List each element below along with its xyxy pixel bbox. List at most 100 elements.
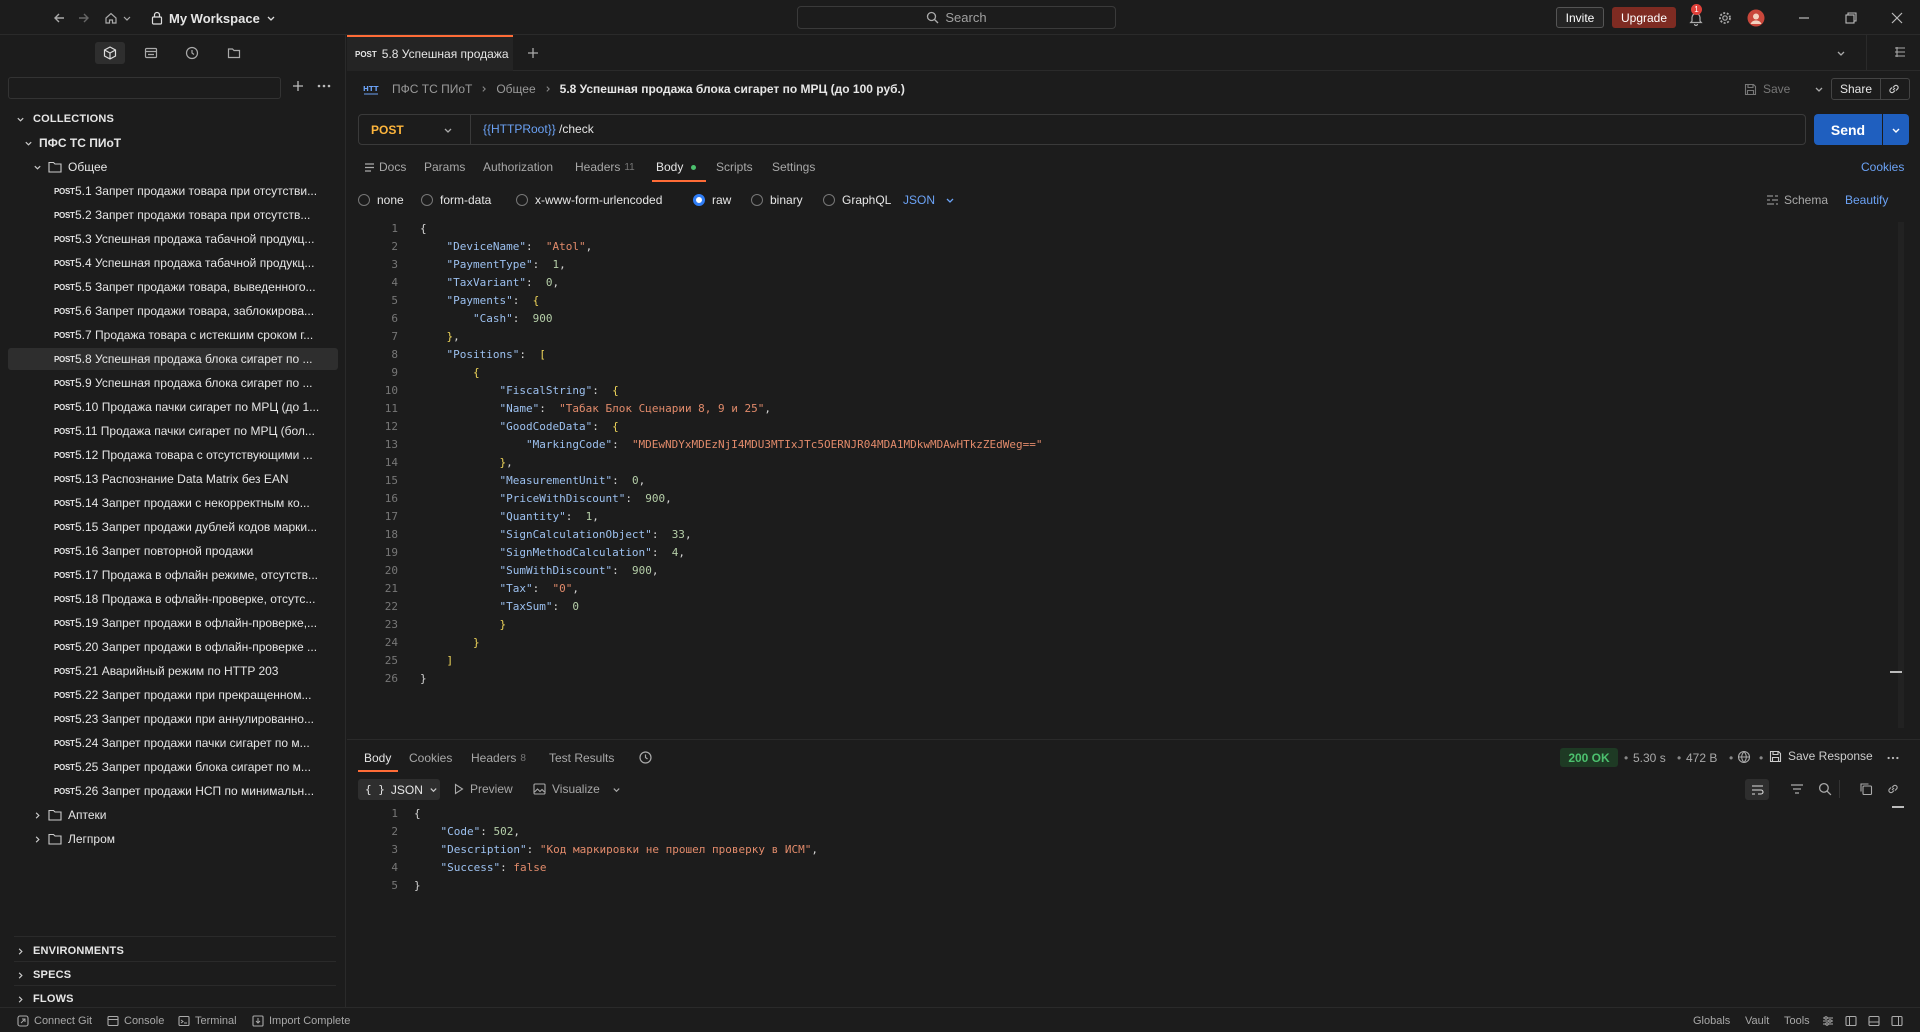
import-complete-button[interactable]: Import Complete	[252, 1014, 350, 1028]
request-item[interactable]: POST 5.13 Распознание Data Matrix без EAN	[8, 468, 338, 490]
response-size[interactable]: 472 B	[1686, 751, 1717, 765]
breadcrumb-collection[interactable]: ПФС ТС ПИоТ	[392, 82, 472, 96]
request-item[interactable]: POST 5.23 Запрет продажи при аннулированн…	[8, 708, 338, 730]
more-options-icon[interactable]	[316, 78, 332, 94]
history-icon[interactable]	[177, 42, 207, 64]
request-item[interactable]: POST 5.8 Успешная продажа блока сигарет п…	[8, 348, 338, 370]
response-tab-cookies[interactable]: Cookies	[409, 751, 452, 765]
tab-docs[interactable]: Docs	[364, 158, 406, 176]
tab-active-request[interactable]: POST 5.8 Успешная продажа	[347, 35, 513, 71]
connect-git-button[interactable]: Connect Git	[17, 1014, 92, 1028]
request-item[interactable]: POST 5.26 Запрет продажи НСП по минимальн…	[8, 780, 338, 802]
request-item[interactable]: POST 5.16 Запрет повторной продажи	[8, 540, 338, 562]
request-item[interactable]: POST 5.6 Запрет продажи товара, заблокиро…	[8, 300, 338, 322]
search-icon[interactable]	[1818, 782, 1832, 796]
response-tab-test-results[interactable]: Test Results	[549, 751, 614, 765]
folder-row-legprom[interactable]: Легпром	[33, 828, 115, 850]
response-tab-headers[interactable]: Headers 8	[471, 751, 526, 765]
layout-toggle-icon[interactable]	[1894, 46, 1906, 58]
terminal-button[interactable]: Terminal	[178, 1014, 237, 1028]
request-item[interactable]: POST 5.12 Продажа товара с отсутствующими…	[8, 444, 338, 466]
link-icon[interactable]	[1887, 82, 1901, 96]
add-icon[interactable]	[290, 78, 306, 94]
globe-icon[interactable]	[1737, 750, 1751, 764]
console-button[interactable]: Console	[107, 1014, 164, 1028]
close-window-icon[interactable]	[1888, 9, 1906, 27]
body-format-select[interactable]: JSON	[903, 192, 955, 208]
radio-raw[interactable]: raw	[693, 192, 731, 208]
request-item[interactable]: POST 5.4 Успешная продажа табачной продук…	[8, 252, 338, 274]
back-arrow-icon[interactable]	[50, 9, 68, 27]
tab-params[interactable]: Params	[424, 158, 465, 176]
preview-button[interactable]: Preview	[454, 782, 513, 796]
save-button[interactable]: Save	[1744, 79, 1824, 99]
radio-urlencoded[interactable]: x-www-form-urlencoded	[516, 192, 662, 208]
copy-icon[interactable]	[1859, 782, 1873, 796]
more-options-icon[interactable]	[1886, 751, 1900, 765]
new-tab-icon[interactable]	[525, 45, 541, 61]
wrap-lines-icon[interactable]	[1745, 779, 1769, 800]
request-item[interactable]: POST 5.21 Аварийный режим по HTTP 203	[8, 660, 338, 682]
upgrade-button[interactable]: Upgrade	[1612, 7, 1676, 28]
vault-button[interactable]: Vault	[1745, 1014, 1769, 1028]
request-item[interactable]: POST 5.25 Запрет продажи блока сигарет по…	[8, 756, 338, 778]
request-item[interactable]: POST 5.22 Запрет продажи при прекращенном…	[8, 684, 338, 706]
send-options-chevron-icon[interactable]	[1883, 114, 1909, 145]
two-pane-layout-icon[interactable]	[1845, 1014, 1857, 1028]
schema-button[interactable]: Schema	[1766, 192, 1828, 208]
request-item[interactable]: POST 5.11 Продажа пачки сигарет по МРЦ (б…	[8, 420, 338, 442]
visualize-button[interactable]: Visualize	[533, 782, 621, 796]
minimize-window-icon[interactable]	[1795, 9, 1813, 27]
radio-form-data[interactable]: form-data	[421, 192, 491, 208]
tools-button[interactable]: Tools	[1784, 1014, 1810, 1028]
flows-section-header[interactable]: FLOWS	[16, 991, 74, 1007]
tab-headers[interactable]: Headers 11	[575, 158, 635, 176]
home-chevron-down-icon[interactable]	[121, 9, 133, 27]
invite-button[interactable]: Invite	[1556, 7, 1604, 28]
home-icon[interactable]	[102, 9, 120, 27]
request-body-editor[interactable]: 1 {2 "DeviceName": "Atol", 3 "PaymentType"…	[358, 222, 1898, 728]
request-item[interactable]: POST 5.3 Успешная продажа табачной продук…	[8, 228, 338, 250]
radio-none[interactable]: none	[358, 192, 404, 208]
request-item[interactable]: POST 5.1 Запрет продажи товара при отсутс…	[8, 180, 338, 202]
request-item[interactable]: POST 5.24 Запрет продажи пачки сигарет по…	[8, 732, 338, 754]
folder-row-pharmacy[interactable]: Аптеки	[33, 804, 107, 826]
folder-icon[interactable]	[219, 42, 249, 64]
environments-section-header[interactable]: ENVIRONMENTS	[16, 943, 124, 959]
global-search-input[interactable]: Search	[797, 6, 1116, 29]
restore-window-icon[interactable]	[1842, 9, 1860, 27]
forward-arrow-icon[interactable]	[75, 9, 93, 27]
tab-authorization[interactable]: Authorization	[483, 158, 553, 176]
radio-graphql[interactable]: GraphQL	[823, 192, 891, 208]
response-tab-body[interactable]: Body	[364, 751, 391, 765]
request-item[interactable]: POST 5.19 Запрет продажи в офлайн-проверк…	[8, 612, 338, 634]
request-item[interactable]: POST 5.18 Продажа в офлайн-проверке, отсу…	[8, 588, 338, 610]
settings-sliders-icon[interactable]	[1822, 1014, 1834, 1028]
status-badge[interactable]: 200 OK	[1560, 748, 1618, 767]
request-item[interactable]: POST 5.14 Запрет продажи с некорректным к…	[8, 492, 338, 514]
request-item[interactable]: POST 5.7 Продажа товара с истекшим сроком…	[8, 324, 338, 346]
tab-body[interactable]: Body	[656, 158, 697, 176]
share-button[interactable]: Share	[1831, 78, 1910, 100]
tab-settings[interactable]: Settings	[772, 158, 815, 176]
environments-icon[interactable]	[136, 42, 166, 64]
radio-binary[interactable]: binary	[751, 192, 803, 208]
breadcrumb-current[interactable]: 5.8 Успешная продажа блока сигарет по МР…	[560, 82, 905, 96]
filter-icon[interactable]	[1790, 783, 1804, 795]
request-item[interactable]: POST 5.10 Продажа пачки сигарет по МРЦ (д…	[8, 396, 338, 418]
collections-icon[interactable]	[95, 42, 125, 64]
send-button[interactable]: Send	[1814, 114, 1882, 145]
request-item[interactable]: POST 5.17 Продажа в офлайн режиме, отсутс…	[8, 564, 338, 586]
response-time[interactable]: 5.30 s	[1633, 751, 1666, 765]
request-item[interactable]: POST 5.5 Запрет продажи товара, выведенно…	[8, 276, 338, 298]
folder-row-general[interactable]: Общее	[33, 156, 107, 178]
save-response-button[interactable]: Save Response	[1769, 749, 1873, 763]
workspace-switcher[interactable]: My Workspace	[151, 9, 276, 27]
avatar[interactable]	[1747, 9, 1765, 27]
beautify-button[interactable]: Beautify	[1845, 192, 1888, 208]
editor-scrollbar[interactable]	[1898, 222, 1904, 728]
method-select[interactable]: POST	[359, 115, 471, 144]
chevron-down-icon[interactable]	[1814, 84, 1824, 94]
response-divider[interactable]	[347, 739, 1920, 740]
request-item[interactable]: POST 5.9 Успешная продажа блока сигарет п…	[8, 372, 338, 394]
